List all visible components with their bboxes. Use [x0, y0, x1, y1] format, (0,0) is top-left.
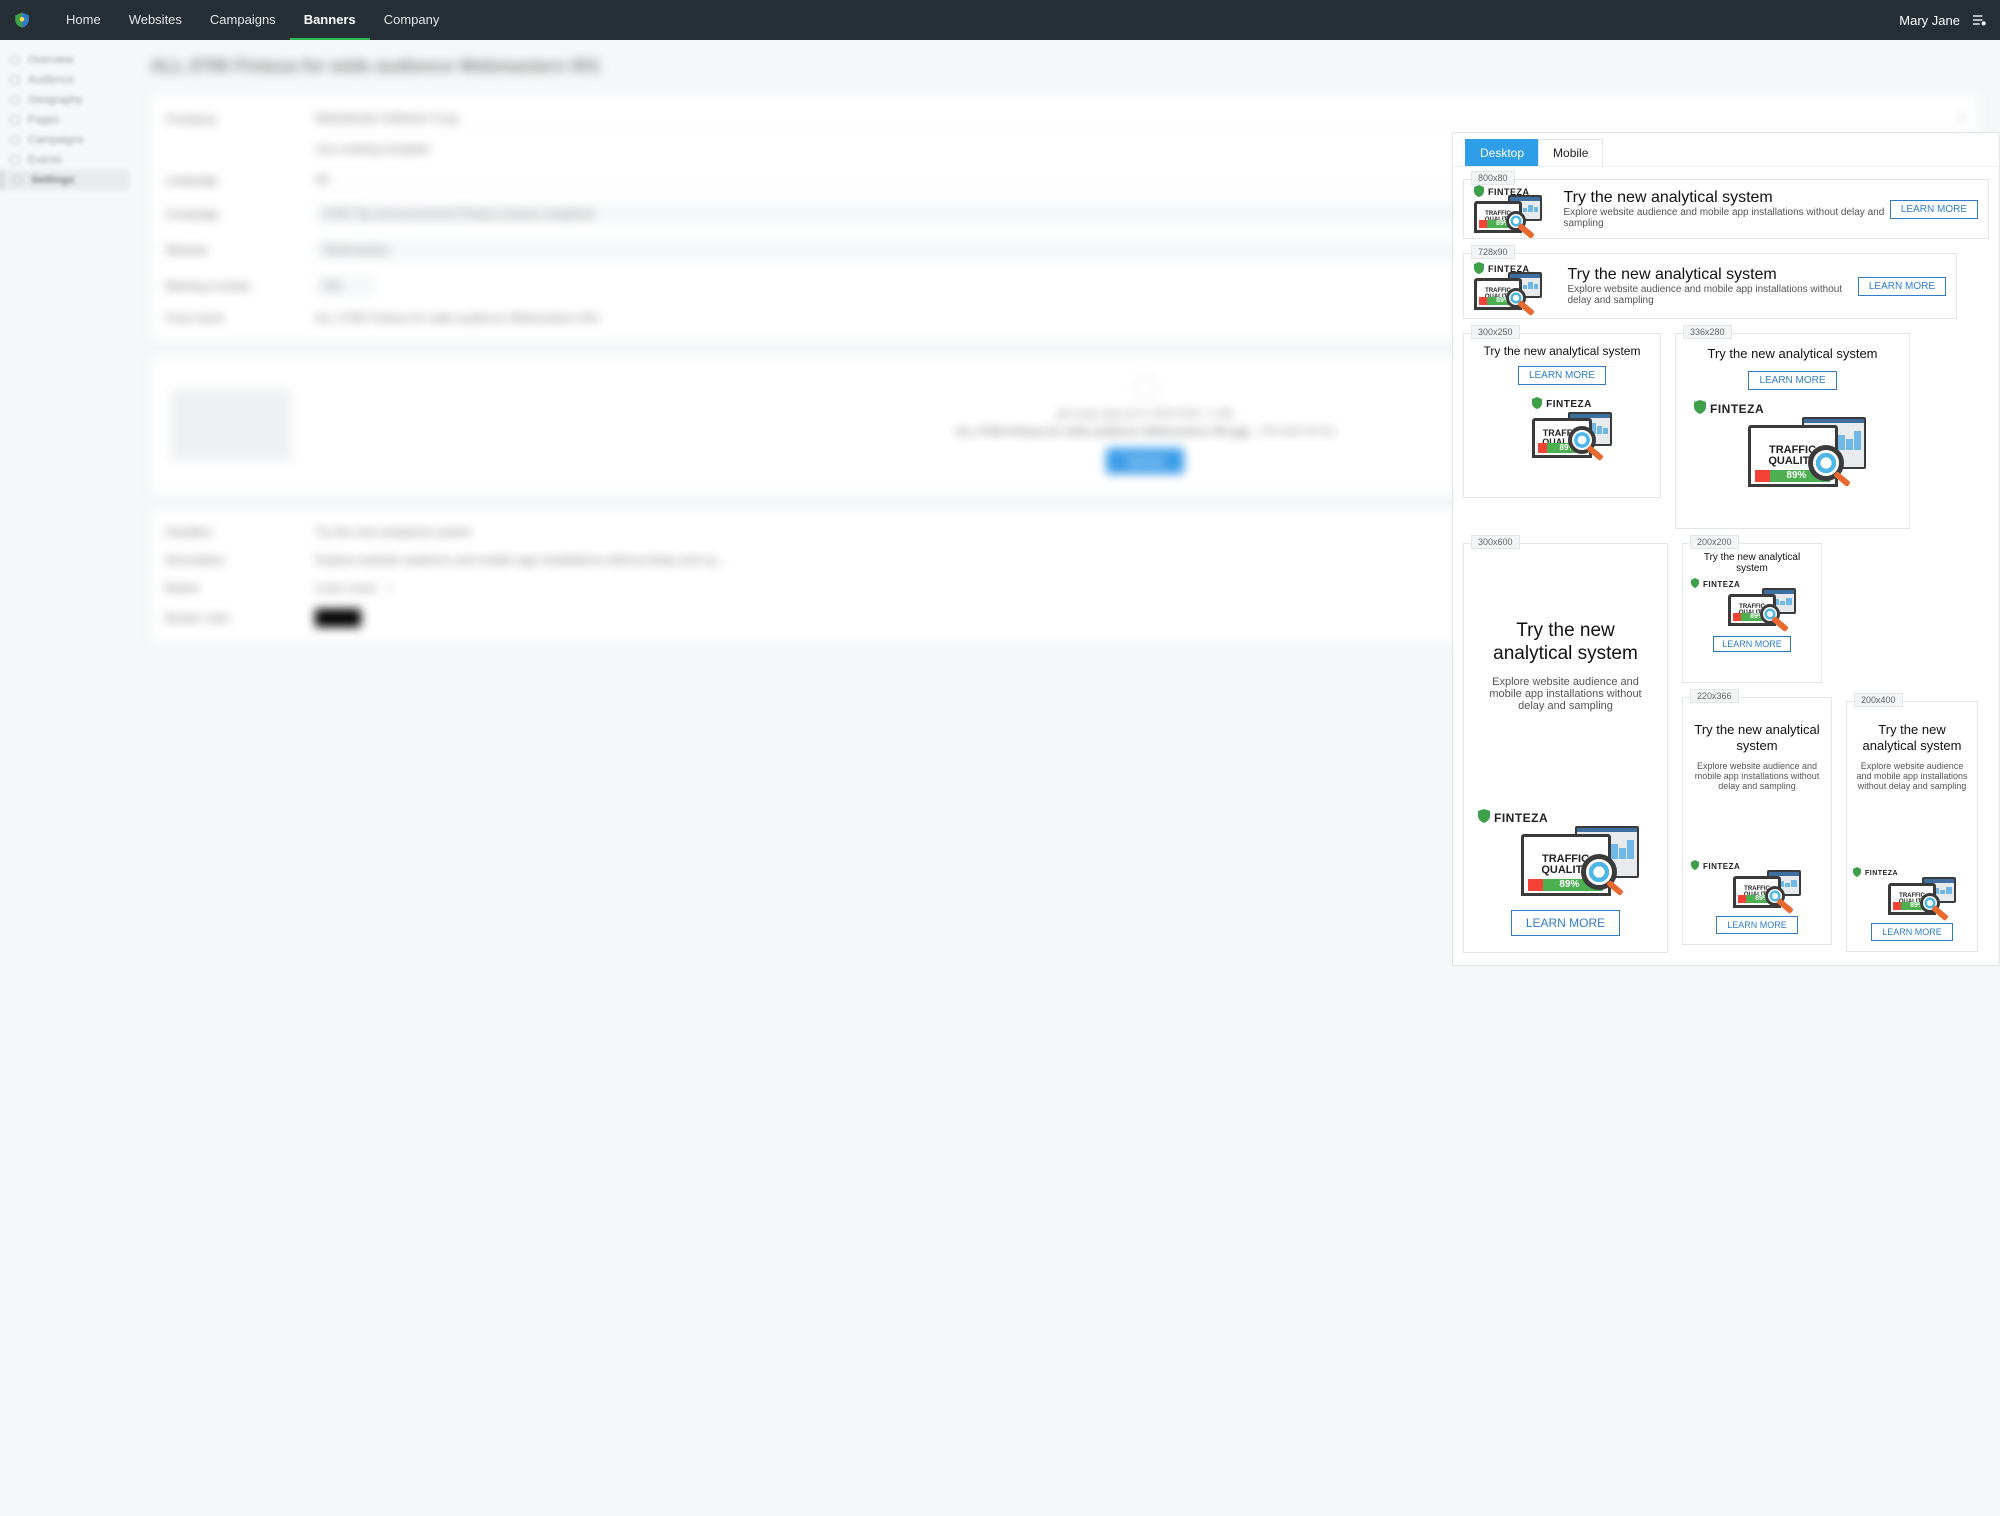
sidebar-item-geography[interactable]: Geography	[0, 90, 130, 110]
banner-200x400: 200x400 Try the new analytical system Ex…	[1846, 701, 1978, 952]
learn-more-button[interactable]: LEARN MORE	[1511, 910, 1620, 936]
banner-200x200: 200x200 Try the new analytical system FI…	[1682, 543, 1832, 683]
app-logo	[12, 10, 32, 30]
nav-company[interactable]: Company	[370, 0, 454, 40]
upload-thumbnail	[171, 390, 291, 460]
banner-title: Try the new analytical system	[1564, 189, 1890, 207]
sidebar-item-pages[interactable]: Pages	[0, 110, 130, 130]
learn-more-button[interactable]: LEARN MORE	[1858, 277, 1946, 296]
sidebar-item-audience[interactable]: Audience	[0, 70, 130, 90]
finteza-shield-icon	[1474, 185, 1484, 199]
banner-220x366: 220x366 Try the new analytical system Ex…	[1682, 697, 1832, 945]
preview-panel: Desktop Mobile 800x80 FINTEZA TRAFFICQUA…	[1452, 132, 2000, 966]
size-tag: 300x600	[1471, 535, 1520, 549]
size-tag: 200x200	[1690, 535, 1739, 549]
banner-300x600: 300x600 Try the new analytical system Ex…	[1463, 543, 1668, 953]
learn-more-button[interactable]: LEARN MORE	[1748, 371, 1836, 390]
banner-728x90: 728x90 FINTEZA TRAFFICQUALITY89% Try the…	[1463, 253, 1989, 319]
banner-subtitle: Explore website audience and mobile app …	[1564, 207, 1890, 229]
top-navbar: HomeWebsitesCampaignsBannersCompany Mary…	[0, 0, 2000, 40]
size-tag: 300x250	[1471, 325, 1520, 339]
upload-button[interactable]: Upload	[1106, 448, 1184, 474]
company-label: Company	[165, 112, 315, 126]
size-tag: 336x280	[1683, 325, 1732, 339]
banner-300x250: 300x250 Try the new analytical system LE…	[1463, 333, 1661, 529]
user-menu-icon[interactable]	[1970, 11, 1988, 29]
nav-banners[interactable]: Banners	[290, 0, 370, 40]
sidebar-item-campaigns[interactable]: Campaigns	[0, 130, 130, 150]
nav-websites[interactable]: Websites	[115, 0, 196, 40]
campaign-label: Campaign	[165, 207, 315, 221]
left-sidebar: OverviewAudienceGeographyPagesCampaignsE…	[0, 40, 130, 721]
tab-mobile[interactable]: Mobile	[1538, 139, 1603, 166]
size-tag: 800x80	[1471, 171, 1515, 185]
page-title: ALL 0780 Finteza for wide audience Webma…	[130, 50, 2000, 93]
size-tag: 220x366	[1690, 689, 1739, 703]
user-name[interactable]: Mary Jane	[1899, 13, 1960, 28]
nav-campaigns[interactable]: Campaigns	[196, 0, 290, 40]
learn-more-button[interactable]: LEARN MORE	[1518, 366, 1606, 385]
sidebar-item-overview[interactable]: Overview	[0, 50, 130, 70]
size-tag: 200x400	[1854, 693, 1903, 707]
learn-more-button[interactable]: LEARN MORE	[1713, 636, 1791, 652]
learn-more-button[interactable]: LEARN MORE	[1871, 923, 1953, 941]
learn-more-button[interactable]: LEARN MORE	[1716, 916, 1798, 934]
tab-desktop[interactable]: Desktop	[1465, 139, 1539, 166]
language-label: Language	[165, 173, 315, 187]
banner-800x80: 800x80 FINTEZA TRAFFICQUALITY89% Try the…	[1463, 179, 1989, 239]
banner-336x280: 336x280 Try the new analytical system LE…	[1675, 333, 1910, 529]
marking-label: Marking number	[165, 279, 315, 293]
sidebar-item-settings[interactable]: Settings	[0, 170, 130, 190]
size-tag: 728x90	[1471, 245, 1515, 259]
color-swatch[interactable]	[315, 609, 361, 627]
sidebar-item-events[interactable]: Events	[0, 150, 130, 170]
learn-more-button[interactable]: LEARN MORE	[1890, 200, 1978, 219]
finalname-label: Final name	[165, 311, 315, 325]
content-area: ALL 0780 Finteza for wide audience Webma…	[130, 40, 2000, 721]
nav-home[interactable]: Home	[52, 0, 115, 40]
website-label: Website	[165, 243, 315, 257]
